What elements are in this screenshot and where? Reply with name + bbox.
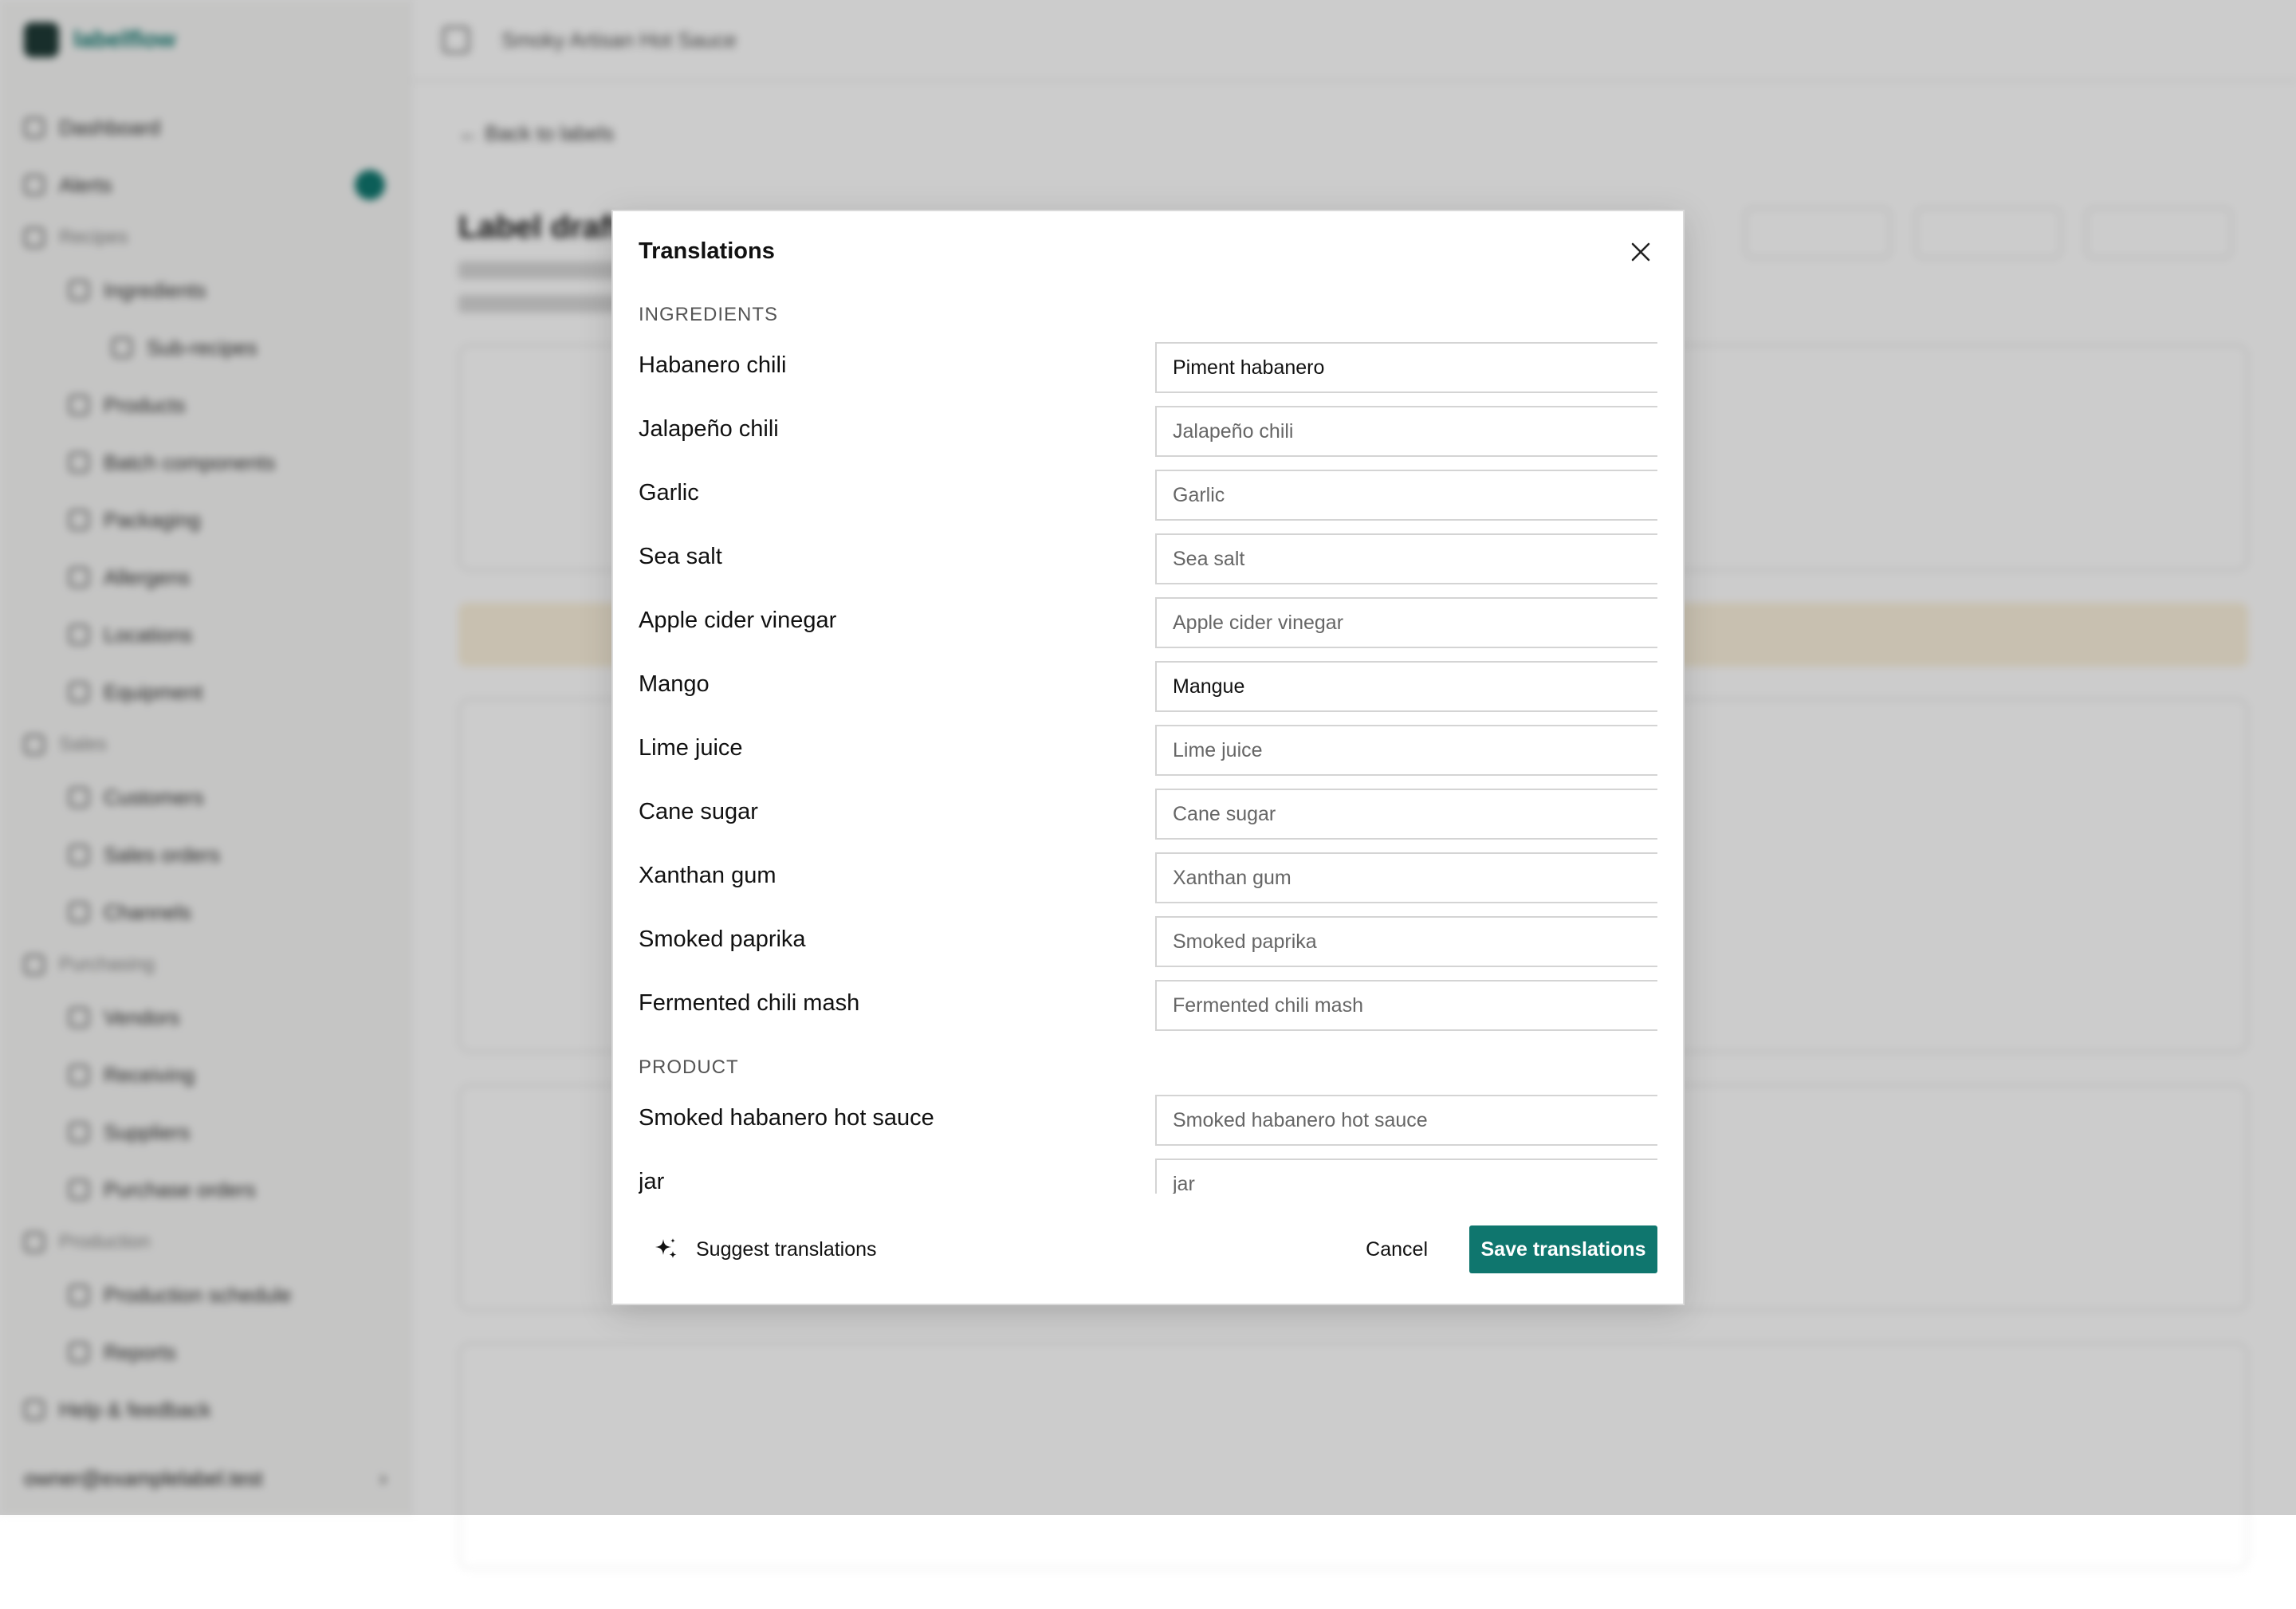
translation-input[interactable] xyxy=(1155,1095,1657,1146)
translation-input[interactable] xyxy=(1155,725,1657,776)
translation-input[interactable] xyxy=(1155,533,1657,584)
translation-row: jar xyxy=(639,1159,1657,1198)
translation-row: Jalapeño chili xyxy=(639,406,1657,470)
source-term: Habanero chili xyxy=(639,352,787,378)
translation-row: Fermented chili mash xyxy=(639,980,1657,1044)
translation-input[interactable] xyxy=(1155,470,1657,521)
translations-dialog: Translations INGREDIENTS Habanero chili Ja… xyxy=(611,210,1685,1305)
dialog-title: Translations xyxy=(639,238,775,264)
translation-row: Lime juice xyxy=(639,725,1657,789)
close-icon xyxy=(1631,242,1650,262)
suggest-translations-button[interactable]: Suggest translations xyxy=(653,1225,877,1273)
translation-input[interactable] xyxy=(1155,980,1657,1031)
close-button[interactable] xyxy=(1622,234,1659,270)
source-term: Cane sugar xyxy=(639,799,758,824)
translation-input[interactable] xyxy=(1155,852,1657,903)
translation-input[interactable] xyxy=(1155,789,1657,840)
source-term: Lime juice xyxy=(639,735,743,761)
translation-row: Mango xyxy=(639,661,1657,725)
save-translations-button[interactable]: Save translations xyxy=(1469,1225,1657,1273)
translation-row: Cane sugar xyxy=(639,789,1657,852)
translation-row: Sea salt xyxy=(639,533,1657,597)
translation-input[interactable] xyxy=(1155,661,1657,712)
translation-input[interactable] xyxy=(1155,597,1657,648)
source-term: Fermented chili mash xyxy=(639,990,860,1016)
translation-row: Apple cider vinegar xyxy=(639,597,1657,661)
translations-scroll-area[interactable]: INGREDIENTS Habanero chili Jalapeño chili G… xyxy=(639,299,1657,1198)
source-term: Apple cider vinegar xyxy=(639,608,837,633)
source-term: Smoked habanero hot sauce xyxy=(639,1105,934,1131)
translation-input[interactable] xyxy=(1155,1159,1657,1198)
translation-input[interactable] xyxy=(1155,916,1657,967)
source-term: Jalapeño chili xyxy=(639,416,779,442)
section-label: PRODUCT xyxy=(639,1056,739,1078)
translation-row: Xanthan gum xyxy=(639,852,1657,916)
translation-input[interactable] xyxy=(1155,342,1657,393)
translation-row: Garlic xyxy=(639,470,1657,533)
source-term: Xanthan gum xyxy=(639,863,776,888)
source-term: Sea salt xyxy=(639,544,722,569)
translation-row: Smoked habanero hot sauce xyxy=(639,1095,1657,1159)
section-label: INGREDIENTS xyxy=(639,304,779,325)
dialog-footer: Suggest translations Cancel Save transla… xyxy=(613,1194,1683,1304)
translation-row: Habanero chili xyxy=(639,342,1657,406)
source-term: Mango xyxy=(639,671,710,697)
cancel-button[interactable]: Cancel xyxy=(1354,1225,1439,1273)
translation-input[interactable] xyxy=(1155,406,1657,457)
source-term: Garlic xyxy=(639,480,699,506)
suggest-translations-label: Suggest translations xyxy=(696,1237,877,1261)
translation-row: Smoked paprika xyxy=(639,916,1657,980)
translations-list: INGREDIENTS Habanero chili Jalapeño chili G… xyxy=(639,299,1657,1198)
source-term: Smoked paprika xyxy=(639,926,806,952)
sparkle-icon xyxy=(655,1238,677,1258)
